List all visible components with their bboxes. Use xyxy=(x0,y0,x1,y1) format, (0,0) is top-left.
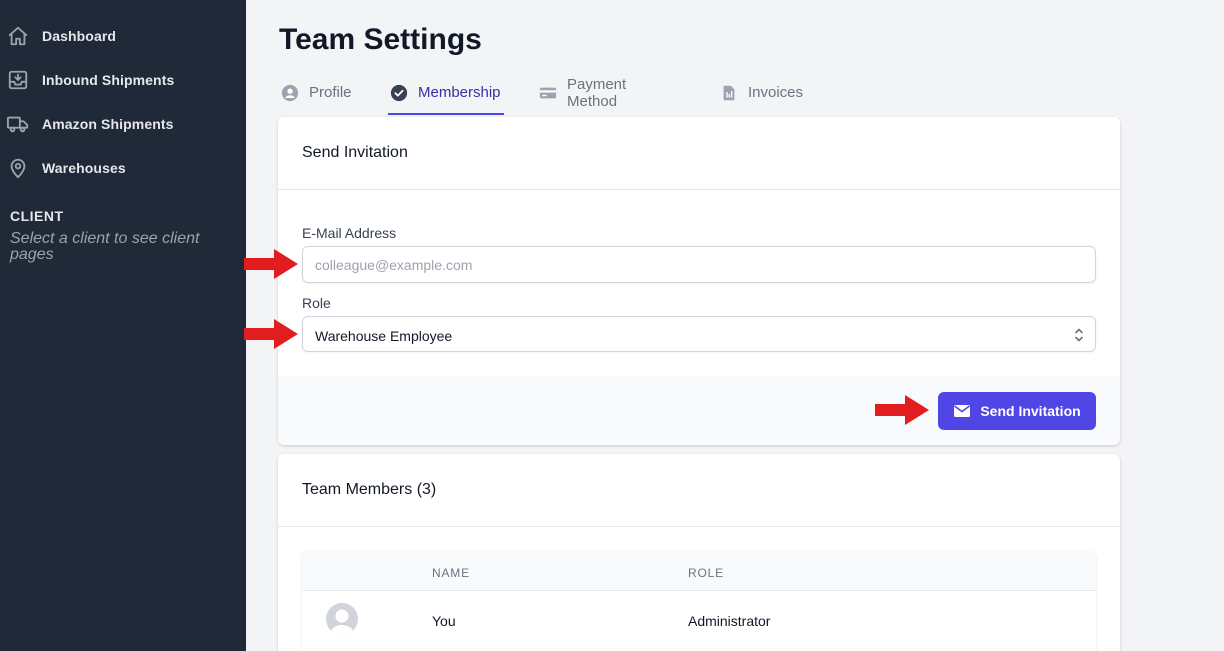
tab-invoices[interactable]: Invoices xyxy=(720,70,803,115)
table-header: NAME ROLE xyxy=(302,551,1096,591)
card-header: Send Invitation xyxy=(278,117,1120,190)
tab-label: Payment Method xyxy=(567,75,627,110)
send-invitation-label: Send Invitation xyxy=(980,403,1081,419)
inbox-in-icon xyxy=(7,69,29,91)
sidebar-item-warehouses[interactable]: Warehouses xyxy=(0,150,246,186)
sidebar: Dashboard Inbound Shipments Amazon Shipm… xyxy=(0,0,246,651)
table-row: You Administrator xyxy=(302,591,1096,651)
tab-label: Profile xyxy=(309,84,352,101)
tab-label: Membership xyxy=(418,84,501,101)
email-label: E-Mail Address xyxy=(302,225,397,241)
annotation-arrow-icon xyxy=(875,395,929,425)
annotation-arrow-icon xyxy=(244,319,298,349)
sidebar-item-label: Inbound Shipments xyxy=(42,72,175,88)
card-title: Team Members (3) xyxy=(302,481,437,498)
column-header-name: NAME xyxy=(432,566,470,580)
avatar xyxy=(326,603,358,635)
card-header: Team Members (3) xyxy=(278,454,1120,527)
chevron-up-down-icon xyxy=(1073,325,1085,345)
column-header-role: ROLE xyxy=(688,566,724,580)
document-icon xyxy=(720,84,738,102)
page-title: Team Settings xyxy=(279,23,482,56)
members-table: NAME ROLE You Administrator xyxy=(302,551,1096,651)
send-invitation-button[interactable]: Send Invitation xyxy=(938,392,1096,430)
sidebar-item-dashboard[interactable]: Dashboard xyxy=(0,18,246,54)
send-invitation-card: Send Invitation E-Mail Address Role Ware… xyxy=(278,117,1120,445)
home-icon xyxy=(7,25,29,47)
tab-payment-method[interactable]: Payment Method xyxy=(539,70,626,115)
tab-label: Invoices xyxy=(748,84,804,101)
client-hint-text: Select a client to see client pages xyxy=(10,230,200,263)
sidebar-item-label: Amazon Shipments xyxy=(42,116,174,132)
card-footer: Send Invitation xyxy=(278,376,1120,445)
team-members-card: Team Members (3) NAME ROLE You Administr… xyxy=(278,454,1120,651)
role-select-value: Warehouse Employee xyxy=(315,328,453,344)
check-circle-icon xyxy=(390,84,408,102)
card-title: Send Invitation xyxy=(302,144,408,161)
sidebar-item-inbound-shipments[interactable]: Inbound Shipments xyxy=(0,62,246,98)
sidebar-item-label: Dashboard xyxy=(42,28,117,44)
envelope-icon xyxy=(953,404,971,418)
sidebar-item-amazon-shipments[interactable]: Amazon Shipments xyxy=(0,106,246,142)
role-label: Role xyxy=(302,295,331,311)
member-name: You xyxy=(432,613,456,629)
tab-membership[interactable]: Membership xyxy=(388,70,504,115)
credit-card-icon xyxy=(539,84,557,102)
email-field[interactable] xyxy=(302,246,1096,283)
annotation-arrow-icon xyxy=(244,249,298,279)
client-section-heading: CLIENT xyxy=(10,208,64,224)
tab-profile[interactable]: Profile xyxy=(281,70,352,115)
user-circle-icon xyxy=(281,84,299,102)
location-pin-icon xyxy=(7,157,29,179)
truck-icon xyxy=(7,113,29,135)
member-role: Administrator xyxy=(688,613,771,629)
sidebar-item-label: Warehouses xyxy=(42,160,126,176)
role-select[interactable]: Warehouse Employee xyxy=(302,316,1096,352)
